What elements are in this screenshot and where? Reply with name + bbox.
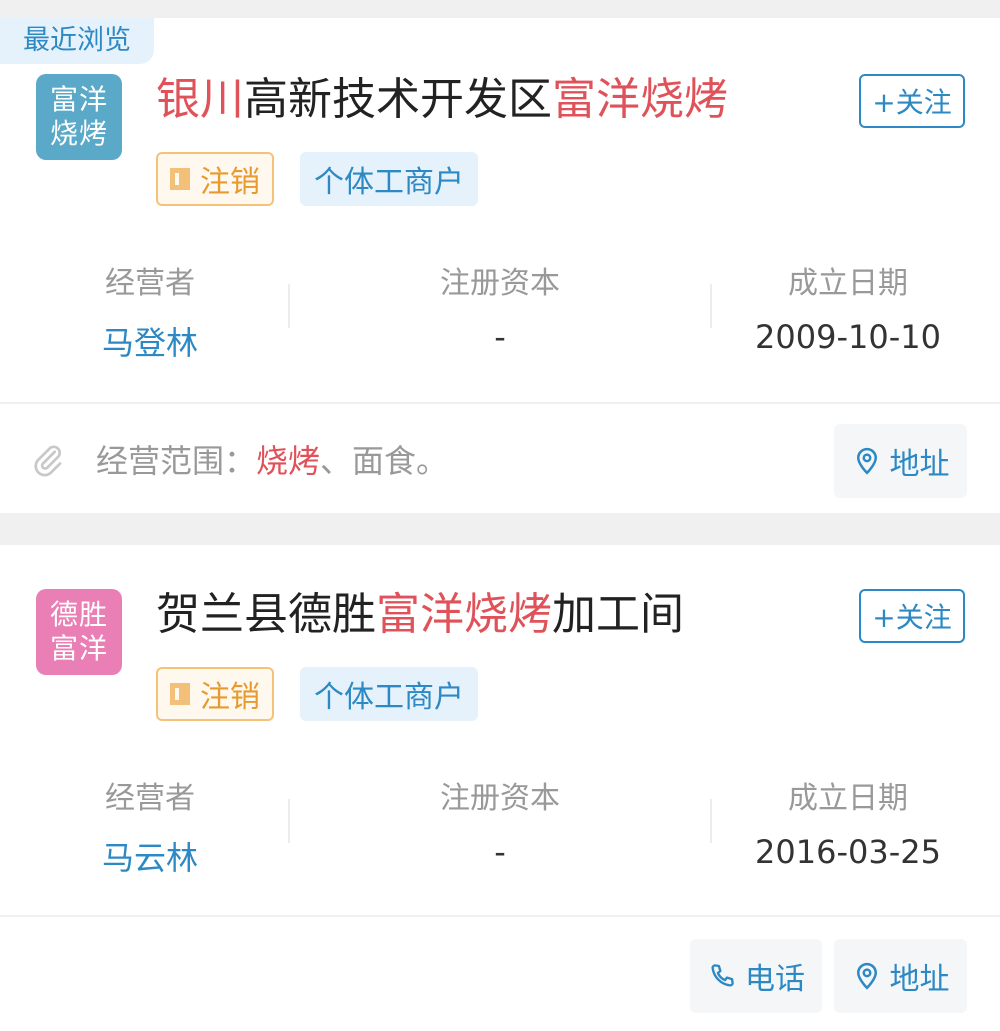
operator-value[interactable]: 马登林 xyxy=(10,318,290,364)
company-logo[interactable]: 德胜 富洋 xyxy=(36,589,122,675)
paperclip-icon xyxy=(34,445,62,477)
capital-value: - xyxy=(494,318,506,356)
building-icon xyxy=(170,683,190,705)
operator-label: 经营者 xyxy=(105,266,195,301)
phone-button[interactable]: 电话 xyxy=(690,939,822,1013)
address-button-label: 地址 xyxy=(889,447,950,482)
operator-label: 经营者 xyxy=(105,781,195,816)
founded-date-value: 2016-03-25 xyxy=(755,833,941,871)
logo-line-1: 德胜 xyxy=(49,598,108,631)
title-highlight-2: 富洋烧烤 xyxy=(552,74,728,125)
phone-icon xyxy=(711,964,734,987)
section-divider xyxy=(0,915,1000,917)
title-highlight-1: 富洋烧烤 xyxy=(376,589,552,640)
status-badge: 注销 xyxy=(156,152,274,206)
location-pin-icon xyxy=(856,447,877,475)
follow-button[interactable]: +关注 xyxy=(859,74,965,128)
business-scope-rest: 、面食。 xyxy=(320,442,449,480)
entity-type-badge: 个体工商户 xyxy=(300,667,478,721)
capital-label: 注册资本 xyxy=(440,781,560,816)
recent-view-tag: 最近浏览 xyxy=(0,18,154,64)
column-divider xyxy=(288,799,290,843)
capital-label: 注册资本 xyxy=(440,266,560,301)
section-divider xyxy=(0,402,1000,404)
founded-date-label: 成立日期 xyxy=(788,266,908,301)
founded-date-value: 2009-10-10 xyxy=(755,318,941,356)
phone-button-label: 电话 xyxy=(745,962,805,997)
founded-date-label: 成立日期 xyxy=(788,781,908,816)
company-logo[interactable]: 富洋 烧烤 xyxy=(36,74,122,160)
operator-value[interactable]: 马云林 xyxy=(10,833,290,879)
logo-line-1: 富洋 xyxy=(49,83,108,116)
logo-line-2: 富洋 xyxy=(49,632,108,665)
business-scope-highlight: 烧烤 xyxy=(256,442,321,480)
location-pin-icon xyxy=(856,962,877,990)
business-scope-label: 经营范围： xyxy=(96,442,257,480)
company-card-2[interactable]: 德胜 富洋 贺兰县德胜富洋烧烤加工间 +关注 注销 个体工商户 经营者 马云林 … xyxy=(0,545,1000,1031)
building-icon xyxy=(170,168,190,190)
logo-line-2: 烧烤 xyxy=(49,117,108,150)
address-button-label: 地址 xyxy=(889,962,950,997)
company-card-1[interactable]: 最近浏览 富洋 烧烤 银川高新技术开发区富洋烧烤 +关注 注销 个体工商户 经营… xyxy=(0,18,1000,513)
follow-button[interactable]: +关注 xyxy=(859,589,965,643)
company-name[interactable]: 贺兰县德胜富洋烧烤加工间 xyxy=(156,585,684,645)
status-badge-label: 注销 xyxy=(200,680,260,715)
business-scope: 经营范围：烧烤、面食。 xyxy=(96,436,448,482)
title-highlight-1: 银川 xyxy=(156,74,244,125)
status-badge-label: 注销 xyxy=(200,165,260,200)
capital-value: - xyxy=(494,833,506,871)
title-text-2: 加工间 xyxy=(552,589,684,640)
status-badge: 注销 xyxy=(156,667,274,721)
entity-type-badge: 个体工商户 xyxy=(300,152,478,206)
company-name[interactable]: 银川高新技术开发区富洋烧烤 xyxy=(156,70,728,130)
title-text-1: 高新技术开发区 xyxy=(244,74,552,125)
title-text-1: 贺兰县德胜 xyxy=(156,589,376,640)
column-divider xyxy=(288,284,290,328)
address-button[interactable]: 地址 xyxy=(834,424,967,498)
address-button[interactable]: 地址 xyxy=(834,939,967,1013)
